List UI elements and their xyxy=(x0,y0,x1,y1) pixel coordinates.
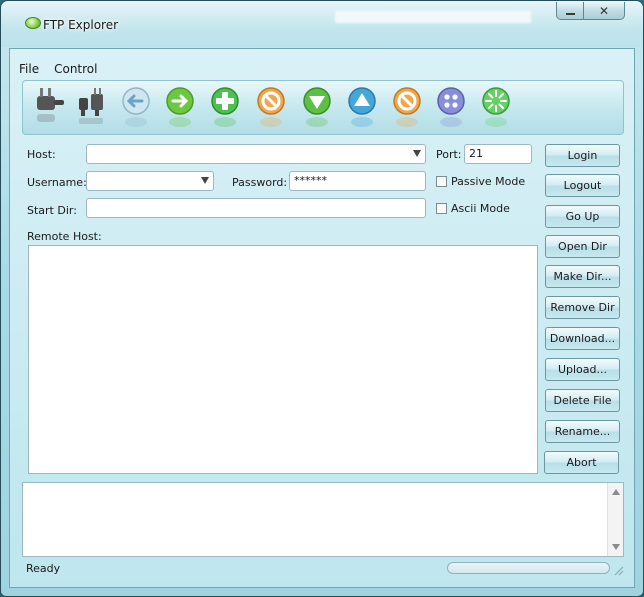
connect-plug-icon xyxy=(37,88,64,122)
toolbar-cancel-button[interactable] xyxy=(391,86,425,130)
minimize-button[interactable] xyxy=(556,2,584,20)
log-textarea[interactable] xyxy=(22,482,624,557)
ascii-mode-label: Ascii Mode xyxy=(451,202,510,215)
toolbar-upload-button[interactable] xyxy=(346,86,380,130)
cancel-icon xyxy=(393,87,421,127)
forward-arrow-icon xyxy=(166,87,194,127)
port-input[interactable]: 21 xyxy=(464,144,532,164)
toolbar-refresh-button[interactable] xyxy=(480,86,514,130)
username-combobox[interactable] xyxy=(86,171,214,191)
toolbar xyxy=(22,80,624,135)
chevron-down-icon[interactable] xyxy=(413,150,421,157)
username-label: Username: xyxy=(27,176,87,189)
go-up-button[interactable]: Go Up xyxy=(545,205,620,228)
menu-control[interactable]: Control xyxy=(54,62,97,78)
login-button[interactable]: Login xyxy=(545,144,620,167)
ftp-explorer-window: FTP Explorer ✕ File Control Host: Port: … xyxy=(0,0,644,597)
window-title: FTP Explorer xyxy=(43,18,119,32)
toolbar-back-button[interactable] xyxy=(120,86,154,130)
make-dir-button[interactable]: Make Dir... xyxy=(545,265,620,288)
status-text: Ready xyxy=(26,562,61,575)
menu-file[interactable]: File xyxy=(19,62,39,78)
toolbar-disconnect-button[interactable] xyxy=(76,86,110,130)
port-label: Port: xyxy=(436,148,462,161)
add-icon xyxy=(211,87,239,127)
toolbar-options-button[interactable] xyxy=(435,86,469,130)
stop-icon xyxy=(257,87,285,127)
disconnect-plug-icon xyxy=(79,88,103,124)
download-button[interactable]: Download... xyxy=(545,327,620,350)
options-icon xyxy=(437,87,465,127)
abort-button[interactable]: Abort xyxy=(544,451,619,474)
upload-icon xyxy=(348,87,376,127)
chevron-down-icon[interactable] xyxy=(201,177,209,184)
rename-button[interactable]: Rename... xyxy=(545,420,620,443)
download-icon xyxy=(303,87,331,127)
delete-file-button[interactable]: Delete File xyxy=(545,389,620,412)
minimize-icon xyxy=(565,12,575,15)
title-bar[interactable]: FTP Explorer ✕ xyxy=(1,1,643,47)
remote-host-list[interactable] xyxy=(28,245,538,474)
toolbar-download-button[interactable] xyxy=(301,86,335,130)
start-dir-input[interactable] xyxy=(86,198,426,218)
host-label: Host: xyxy=(27,148,56,161)
password-input[interactable]: ****** xyxy=(289,171,426,191)
passive-mode-checkbox[interactable] xyxy=(436,176,447,187)
toolbar-add-button[interactable] xyxy=(209,86,243,130)
upload-button[interactable]: Upload... xyxy=(545,358,620,381)
back-arrow-icon xyxy=(122,87,150,127)
start-dir-label: Start Dir: xyxy=(27,204,77,217)
progress-bar xyxy=(447,562,610,574)
refresh-burst-icon xyxy=(482,87,510,127)
menu-bar: File Control xyxy=(19,62,97,78)
scroll-down-icon[interactable] xyxy=(612,544,620,550)
log-scrollbar[interactable] xyxy=(607,483,623,556)
resize-grip-icon[interactable] xyxy=(612,564,624,576)
scroll-up-icon[interactable] xyxy=(612,489,620,495)
toolbar-forward-button[interactable] xyxy=(164,86,198,130)
close-icon: ✕ xyxy=(598,3,610,18)
remote-host-label: Remote Host: xyxy=(27,230,102,243)
logout-button[interactable]: Logout xyxy=(545,174,620,197)
toolbar-stop-button[interactable] xyxy=(255,86,289,130)
app-icon xyxy=(25,17,41,29)
open-dir-button[interactable]: Open Dir xyxy=(545,235,620,258)
title-glass-highlight xyxy=(335,11,531,23)
close-button[interactable]: ✕ xyxy=(583,2,625,20)
host-combobox[interactable] xyxy=(86,144,426,164)
remove-dir-button[interactable]: Remove Dir xyxy=(545,296,620,319)
passive-mode-label: Passive Mode xyxy=(451,175,526,188)
password-label: Password: xyxy=(232,176,288,189)
toolbar-connect-button[interactable] xyxy=(33,86,67,130)
ascii-mode-checkbox[interactable] xyxy=(436,203,447,214)
